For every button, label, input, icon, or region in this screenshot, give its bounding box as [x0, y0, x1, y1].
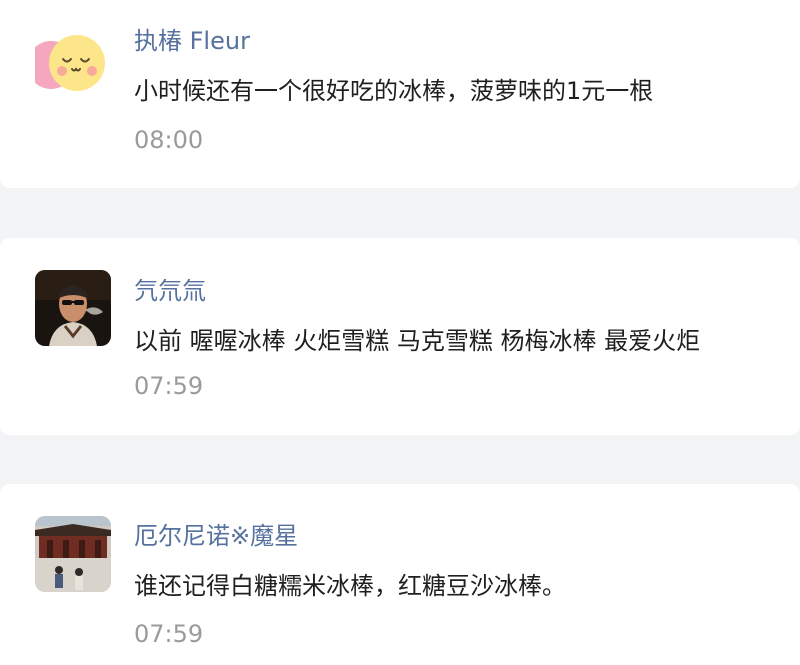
avatar[interactable] [35, 270, 111, 346]
avatar[interactable] [35, 516, 111, 592]
comment-text: 以前 喔喔冰棒 火炬雪糕 马克雪糕 杨梅冰棒 最爱火炬 [134, 327, 701, 355]
comment-feed: 执椿 Fleur 小时候还有一个很好吃的冰棒，菠萝味的1元一根 08:00 氕氘… [0, 0, 800, 665]
username[interactable]: 氕氘氚 [134, 276, 206, 306]
avatar[interactable] [35, 27, 111, 103]
timestamp: 07:59 [134, 372, 204, 400]
username[interactable]: 执椿 Fleur [134, 26, 250, 56]
username[interactable]: 厄尔尼诺※魔星 [134, 521, 298, 551]
comment-text: 谁还记得白糖糯米冰棒，红糖豆沙冰棒。 [134, 572, 566, 600]
timestamp: 08:00 [134, 126, 204, 154]
comment-text: 小时候还有一个很好吃的冰棒，菠萝味的1元一根 [134, 77, 654, 105]
man-sunglasses-icon [35, 270, 111, 346]
timestamp: 07:59 [134, 620, 204, 648]
palace-photo-icon [35, 516, 111, 592]
smiling-face-icon [35, 35, 105, 91]
